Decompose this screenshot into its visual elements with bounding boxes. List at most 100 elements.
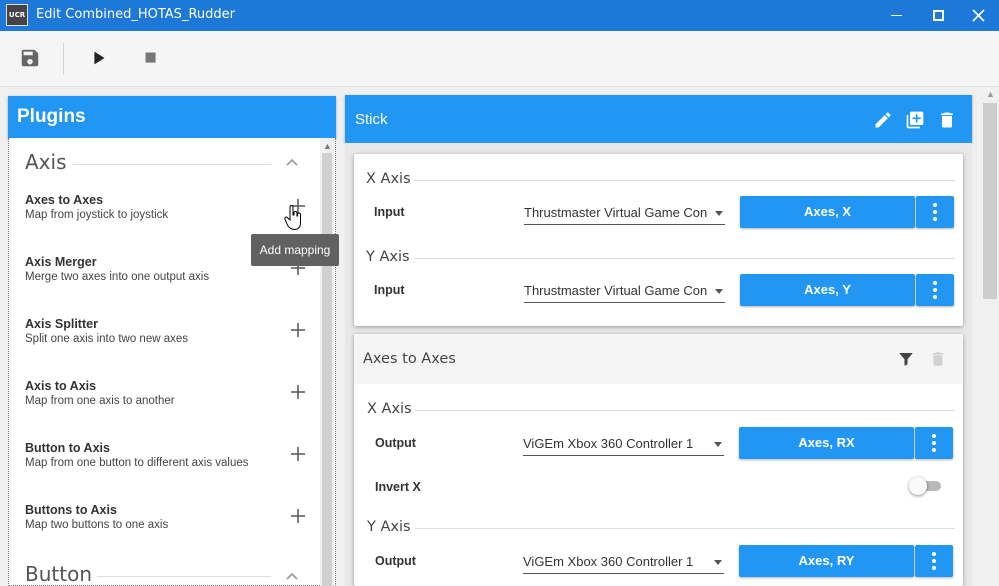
- save-icon: [21, 49, 39, 67]
- stop-icon: [145, 52, 156, 63]
- axis-group-title: Y Axis: [366, 249, 410, 265]
- play-button[interactable]: [88, 47, 112, 71]
- plugin-card-header: Axes to Axes: [354, 334, 963, 384]
- minimize-button[interactable]: [876, 0, 916, 31]
- dropdown-arrow-icon: [714, 442, 722, 447]
- edit-icon[interactable]: [873, 110, 893, 130]
- input-label: Input: [374, 205, 405, 219]
- axis-divider: [415, 410, 955, 411]
- section-title: Axis: [25, 150, 67, 174]
- select-value: ViGEm Xbox 360 Controller 1: [523, 436, 694, 451]
- dropdown-arrow-icon: [714, 560, 722, 565]
- toolbar: [0, 31, 999, 87]
- axis-divider: [414, 180, 955, 181]
- plugin-item-axis-to-axis: Axis to Axis Map from one axis to anothe…: [25, 379, 310, 419]
- play-icon: [94, 51, 105, 65]
- toggle-knob: [909, 477, 927, 495]
- more-options-button[interactable]: [916, 274, 954, 306]
- scroll-up-arrow-icon[interactable]: ▲: [323, 141, 332, 151]
- title-bar: UCR Edit Combined_HOTAS_Rudder: [0, 0, 999, 31]
- plugin-item-axes-to-axes: Axes to Axes Map from joystick to joysti…: [25, 193, 310, 233]
- section-axis[interactable]: Axis: [25, 150, 310, 180]
- output-label: Output: [375, 554, 416, 568]
- select-value: ViGEm Xbox 360 Controller 1: [523, 554, 694, 569]
- app-icon: UCR: [6, 4, 28, 26]
- dropdown-arrow-icon: [715, 289, 723, 294]
- maximize-icon: [932, 10, 944, 21]
- scrollbar-thumb[interactable]: [983, 103, 997, 299]
- plugin-description: Merge two axes into one output axis: [25, 271, 210, 283]
- chevron-up-icon[interactable]: [284, 568, 300, 584]
- plugin-name: Buttons to Axis: [25, 503, 117, 517]
- binding-button[interactable]: Axes, RY: [739, 545, 914, 577]
- select-value: Thrustmaster Virtual Game Con: [524, 205, 708, 220]
- plugin-item-axis-splitter: Axis Splitter Split one axis into two ne…: [25, 317, 310, 357]
- plugins-scrollbar[interactable]: ▲: [320, 138, 334, 586]
- scrollbar-thumb[interactable]: [322, 153, 332, 586]
- binding-button[interactable]: Axes, Y: [740, 274, 915, 306]
- section-divider: [97, 576, 271, 577]
- window-title: Edit Combined_HOTAS_Rudder: [36, 7, 235, 22]
- invert-label: Invert X: [375, 480, 421, 494]
- more-options-button[interactable]: [915, 545, 953, 577]
- stop-button[interactable]: [140, 47, 164, 71]
- section-title: Button: [25, 562, 92, 586]
- input-device-select[interactable]: Thrustmaster Virtual Game Con: [524, 281, 725, 303]
- main-scrollbar[interactable]: ▲: [981, 87, 999, 586]
- axis-group-title: X Axis: [366, 171, 411, 187]
- plugin-card-title: Axes to Axes: [363, 351, 456, 367]
- plugin-name: Axis Merger: [25, 255, 97, 269]
- profile-header: Stick: [345, 95, 972, 143]
- plugin-name: Button to Axis: [25, 441, 110, 455]
- plugin-item-button-to-axis: Button to Axis Map from one button to di…: [25, 441, 310, 481]
- maximize-button[interactable]: [918, 0, 958, 31]
- input-device-select[interactable]: Thrustmaster Virtual Game Con: [524, 203, 725, 225]
- axis-divider: [415, 528, 955, 529]
- section-button[interactable]: Button: [25, 562, 310, 586]
- axis-group-title: X Axis: [367, 401, 412, 417]
- plugin-description: Split one axis into two new axes: [25, 333, 189, 345]
- dropdown-arrow-icon: [715, 211, 723, 216]
- plugin-item-buttons-to-axis: Buttons to Axis Map two buttons to one a…: [25, 503, 310, 543]
- delete-icon[interactable]: [937, 110, 957, 130]
- add-copy-icon[interactable]: [905, 110, 925, 130]
- section-divider: [73, 164, 271, 165]
- scroll-up-arrow-icon[interactable]: ▲: [986, 89, 995, 99]
- invert-toggle[interactable]: [909, 476, 943, 496]
- axis-divider: [414, 258, 955, 259]
- output-device-select[interactable]: ViGEm Xbox 360 Controller 1: [523, 434, 724, 456]
- plus-icon[interactable]: [290, 446, 306, 462]
- plus-icon[interactable]: [290, 384, 306, 400]
- more-options-button[interactable]: [915, 427, 953, 459]
- output-label: Output: [375, 436, 416, 450]
- plus-icon[interactable]: [290, 508, 306, 524]
- more-options-button[interactable]: [916, 196, 954, 228]
- filter-icon[interactable]: [897, 350, 915, 368]
- toolbar-divider: [63, 43, 64, 75]
- save-button[interactable]: [19, 47, 43, 71]
- chevron-up-icon[interactable]: [284, 154, 300, 170]
- axis-group-title: Y Axis: [367, 519, 411, 535]
- close-button[interactable]: [958, 0, 998, 31]
- plus-icon[interactable]: [290, 322, 306, 338]
- input-label: Input: [374, 283, 405, 297]
- plugin-card: Axes to Axes X Axis Output ViGEm Xbox 36…: [354, 334, 963, 586]
- plugin-name: Axes to Axes: [25, 193, 104, 207]
- delete-icon[interactable]: [929, 350, 947, 368]
- plugin-description: Map from one button to different axis va…: [25, 457, 249, 469]
- input-card: X Axis Input Thrustmaster Virtual Game C…: [354, 154, 963, 326]
- close-icon: [971, 9, 985, 22]
- plugin-description: Map from one axis to another: [25, 395, 175, 407]
- plugins-header: Plugins: [8, 96, 336, 138]
- select-value: Thrustmaster Virtual Game Con: [524, 283, 708, 298]
- binding-button[interactable]: Axes, X: [740, 196, 915, 228]
- plugin-name: Axis Splitter: [25, 317, 98, 331]
- output-device-select[interactable]: ViGEm Xbox 360 Controller 1: [523, 552, 724, 574]
- plugin-description: Map two buttons to one axis: [25, 519, 169, 531]
- tooltip: Add mapping: [251, 234, 339, 266]
- minimize-icon: [890, 15, 902, 16]
- binding-button[interactable]: Axes, RX: [739, 427, 914, 459]
- plugin-description: Map from joystick to joystick: [25, 209, 169, 221]
- plugin-name: Axis to Axis: [25, 379, 97, 393]
- profile-title: Stick: [355, 111, 388, 128]
